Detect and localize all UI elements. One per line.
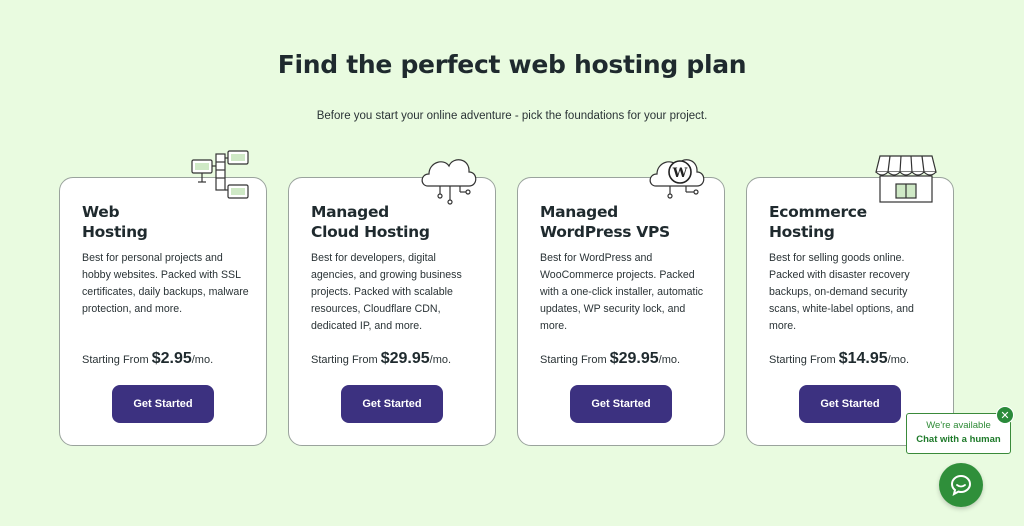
price-amount: $2.95: [151, 350, 192, 367]
price-suffix: /mo.: [887, 354, 910, 366]
price-suffix: /mo.: [429, 354, 452, 366]
plan-card-managed-wordpress-vps: Managed WordPress VPS Best for WordPress…: [517, 177, 725, 446]
plan-title-line2: Hosting: [769, 223, 835, 241]
price-amount: $29.95: [609, 350, 659, 367]
plan-title-line2: Cloud Hosting: [311, 223, 430, 241]
get-started-button-managed-cloud[interactable]: Get Started: [341, 385, 443, 423]
price-amount: $29.95: [380, 350, 430, 367]
servers-icon: [186, 148, 250, 208]
svg-text:W: W: [672, 166, 688, 181]
get-started-button-wordpress-vps[interactable]: Get Started: [570, 385, 672, 423]
price-suffix: /mo.: [658, 354, 681, 366]
plan-price: Starting From $29.95/mo.: [311, 350, 491, 368]
plan-card-managed-cloud-hosting: Managed Cloud Hosting Best for developer…: [288, 177, 496, 446]
plan-description: Best for selling goods online. Packed wi…: [769, 252, 914, 332]
chat-prompt-bubble[interactable]: We're available Chat with a human: [906, 413, 1011, 454]
price-prefix: Starting From: [769, 354, 836, 366]
plan-description: Best for personal projects and hobby web…: [82, 252, 249, 315]
price-prefix: Starting From: [82, 354, 149, 366]
wordpress-icon: W: [646, 148, 710, 208]
price-prefix: Starting From: [311, 354, 378, 366]
chat-close-icon[interactable]: ✕: [996, 406, 1014, 424]
chat-launcher-button[interactable]: [939, 463, 983, 507]
get-started-button-ecommerce[interactable]: Get Started: [799, 385, 901, 423]
plan-description: Best for WordPress and WooCommerce proje…: [540, 252, 704, 332]
cloud-icon: [418, 148, 482, 208]
page-title: Find the perfect web hosting plan: [277, 50, 747, 79]
storefront-icon: [874, 150, 938, 210]
chat-cta-text: Chat with a human: [916, 434, 1001, 445]
plan-card-web-hosting: Web Hosting Best for personal projects a…: [59, 177, 267, 446]
price-prefix: Starting From: [540, 354, 607, 366]
plan-price: Starting From $2.95/mo.: [82, 350, 262, 368]
price-suffix: /mo.: [191, 354, 214, 366]
get-started-button-web-hosting[interactable]: Get Started: [112, 385, 214, 423]
page-subtitle: Before you start your online adventure -…: [316, 110, 708, 122]
chat-bubble-icon: [950, 474, 972, 496]
plan-title-line2: WordPress VPS: [540, 223, 670, 241]
plan-price: Starting From $29.95/mo.: [540, 350, 720, 368]
plan-title-line2: Hosting: [82, 223, 148, 241]
plan-description: Best for developers, digital agencies, a…: [311, 252, 462, 332]
price-amount: $14.95: [838, 350, 888, 367]
chat-status-text: We're available: [926, 420, 991, 431]
plan-card-ecommerce-hosting: Ecommerce Hosting Best for selling goods…: [746, 177, 954, 446]
plan-price: Starting From $14.95/mo.: [769, 350, 949, 368]
